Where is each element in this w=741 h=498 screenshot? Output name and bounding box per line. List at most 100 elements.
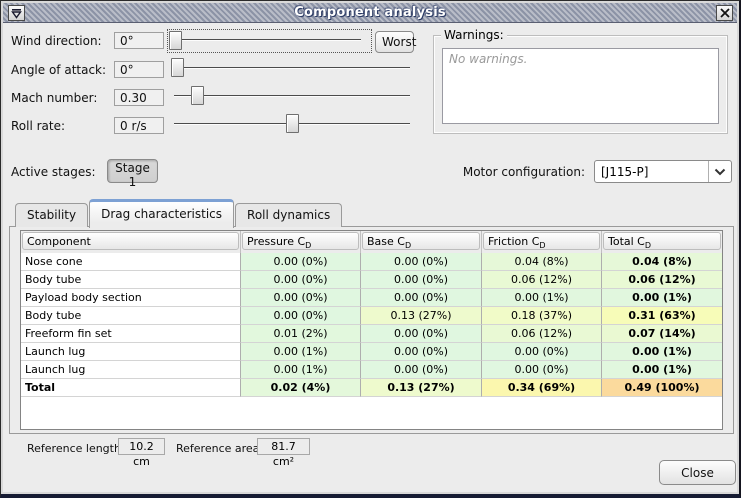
value-cell[interactable]: 0.00 (0%) <box>361 289 482 307</box>
value-cell[interactable]: 0.00 (1%) <box>482 289 602 307</box>
motor-configuration-label: Motor configuration: <box>463 165 585 179</box>
warnings-title: Warnings: <box>441 28 507 42</box>
angle-of-attack-slider-thumb[interactable] <box>171 58 184 77</box>
reference-length-label: Reference length: <box>27 442 125 455</box>
reference-area-label: Reference area: <box>176 442 263 455</box>
angle-of-attack-field[interactable] <box>114 61 164 78</box>
wind-direction-slider-thumb[interactable] <box>169 31 182 50</box>
table-row[interactable]: Launch lug0.00 (1%)0.00 (0%)0.00 (0%)0.0… <box>21 361 722 379</box>
motor-configuration-select[interactable]: [J115-P] <box>594 160 732 183</box>
window-close-button[interactable] <box>716 5 733 21</box>
value-cell[interactable]: 0.00 (0%) <box>241 253 361 271</box>
value-cell[interactable]: 0.18 (37%) <box>482 307 602 325</box>
value-cell[interactable]: 0.00 (1%) <box>602 361 722 379</box>
value-cell[interactable]: 0.00 (0%) <box>361 361 482 379</box>
value-cell[interactable]: 0.00 (0%) <box>361 271 482 289</box>
value-cell[interactable]: 0.49 (100%) <box>602 379 722 397</box>
value-cell[interactable]: 0.04 (8%) <box>602 253 722 271</box>
window-menu-button[interactable] <box>8 5 25 21</box>
drag-table: Component Pressure CD Base CD Friction C… <box>20 230 723 430</box>
table-row[interactable]: Nose cone0.00 (0%)0.00 (0%)0.04 (8%)0.04… <box>21 253 722 271</box>
drag-table-body: Nose cone0.00 (0%)0.00 (0%)0.04 (8%)0.04… <box>21 253 722 397</box>
reference-area-value: 81.7 cm² <box>257 438 310 455</box>
drag-characteristics-panel: Component Pressure CD Base CD Friction C… <box>9 226 734 434</box>
value-cell[interactable]: 0.00 (1%) <box>602 343 722 361</box>
value-cell[interactable]: 0.01 (2%) <box>241 325 361 343</box>
component-analysis-dialog: Component analysis Wind direction: Worst… <box>0 0 741 498</box>
value-cell[interactable]: 0.13 (27%) <box>361 379 482 397</box>
mach-number-field[interactable] <box>114 89 164 106</box>
value-cell[interactable]: 0.00 (0%) <box>241 289 361 307</box>
value-cell[interactable]: 0.13 (27%) <box>361 307 482 325</box>
component-cell[interactable]: Body tube <box>21 307 241 325</box>
column-header-pressure-cd[interactable]: Pressure CD <box>242 232 359 250</box>
table-row[interactable]: Launch lug0.00 (1%)0.00 (0%)0.00 (0%)0.0… <box>21 343 722 361</box>
column-header-base-cd[interactable]: Base CD <box>362 232 480 250</box>
close-button[interactable]: Close <box>659 460 736 485</box>
stage-1-toggle-button[interactable]: Stage 1 <box>107 159 158 183</box>
component-cell[interactable]: Launch lug <box>21 361 241 379</box>
value-cell[interactable]: 0.06 (12%) <box>602 271 722 289</box>
drag-table-header: Component Pressure CD Base CD Friction C… <box>21 231 722 253</box>
column-header-friction-cd[interactable]: Friction CD <box>483 232 600 250</box>
value-cell[interactable]: 0.00 (1%) <box>241 361 361 379</box>
warnings-group: Warnings: No warnings. <box>433 35 728 134</box>
tab-drag-characteristics[interactable]: Drag characteristics <box>89 199 234 228</box>
mach-number-slider-thumb[interactable] <box>191 86 204 105</box>
warnings-list: No warnings. <box>442 48 719 124</box>
column-header-component[interactable]: Component <box>22 232 239 250</box>
close-icon <box>720 8 730 18</box>
active-stages-label: Active stages: <box>11 165 96 179</box>
analysis-tabs: Stability Drag characteristics Roll dyna… <box>15 198 343 227</box>
title-bar: Component analysis <box>3 3 737 23</box>
column-header-total-cd[interactable]: Total CD <box>603 232 721 250</box>
value-cell[interactable]: 0.31 (63%) <box>602 307 722 325</box>
value-cell[interactable]: 0.00 (0%) <box>482 361 602 379</box>
roll-rate-label: Roll rate: <box>11 119 65 133</box>
motor-configuration-value: [J115-P] <box>595 165 708 179</box>
tab-stability[interactable]: Stability <box>15 203 88 227</box>
value-cell[interactable]: 0.07 (14%) <box>602 325 722 343</box>
value-cell[interactable]: 0.02 (4%) <box>241 379 361 397</box>
table-row[interactable]: Payload body section0.00 (0%)0.00 (0%)0.… <box>21 289 722 307</box>
component-cell[interactable]: Launch lug <box>21 343 241 361</box>
wind-direction-slider-track[interactable] <box>173 39 361 41</box>
value-cell[interactable]: 0.00 (1%) <box>241 343 361 361</box>
tab-roll-dynamics[interactable]: Roll dynamics <box>235 203 342 227</box>
window-title: Component analysis <box>3 5 737 20</box>
value-cell[interactable]: 0.04 (8%) <box>482 253 602 271</box>
component-cell[interactable]: Total <box>21 379 241 397</box>
value-cell[interactable]: 0.00 (0%) <box>241 271 361 289</box>
value-cell[interactable]: 0.34 (69%) <box>482 379 602 397</box>
table-row[interactable]: Body tube0.00 (0%)0.13 (27%)0.18 (37%)0.… <box>21 307 722 325</box>
value-cell[interactable]: 0.06 (12%) <box>482 271 602 289</box>
component-cell[interactable]: Nose cone <box>21 253 241 271</box>
value-cell[interactable]: 0.00 (1%) <box>602 289 722 307</box>
chevron-down-icon <box>708 161 731 182</box>
angle-of-attack-slider-track[interactable] <box>174 67 410 69</box>
value-cell[interactable]: 0.06 (12%) <box>482 325 602 343</box>
wind-direction-label: Wind direction: <box>11 34 102 48</box>
table-row[interactable]: Body tube0.00 (0%)0.00 (0%)0.06 (12%)0.0… <box>21 271 722 289</box>
table-row[interactable]: Total0.02 (4%)0.13 (27%)0.34 (69%)0.49 (… <box>21 379 722 397</box>
mach-number-slider-track[interactable] <box>174 95 410 97</box>
component-cell[interactable]: Body tube <box>21 271 241 289</box>
no-warnings-text: No warnings. <box>449 52 527 66</box>
value-cell[interactable]: 0.00 (0%) <box>241 307 361 325</box>
window-menu-icon <box>11 8 22 19</box>
component-cell[interactable]: Payload body section <box>21 289 241 307</box>
value-cell[interactable]: 0.00 (0%) <box>482 343 602 361</box>
roll-rate-slider-thumb[interactable] <box>286 114 299 133</box>
roll-rate-field[interactable] <box>114 117 164 134</box>
reference-length-value: 10.2 cm <box>118 438 165 455</box>
table-row[interactable]: Freeform fin set0.01 (2%)0.00 (0%)0.06 (… <box>21 325 722 343</box>
worst-button[interactable]: Worst <box>375 31 414 53</box>
value-cell[interactable]: 0.00 (0%) <box>361 343 482 361</box>
angle-of-attack-label: Angle of attack: <box>11 63 106 77</box>
component-cell[interactable]: Freeform fin set <box>21 325 241 343</box>
wind-direction-field[interactable] <box>114 32 164 49</box>
value-cell[interactable]: 0.00 (0%) <box>361 325 482 343</box>
mach-number-label: Mach number: <box>11 91 97 105</box>
value-cell[interactable]: 0.00 (0%) <box>361 253 482 271</box>
wind-direction-slider[interactable] <box>167 29 372 53</box>
